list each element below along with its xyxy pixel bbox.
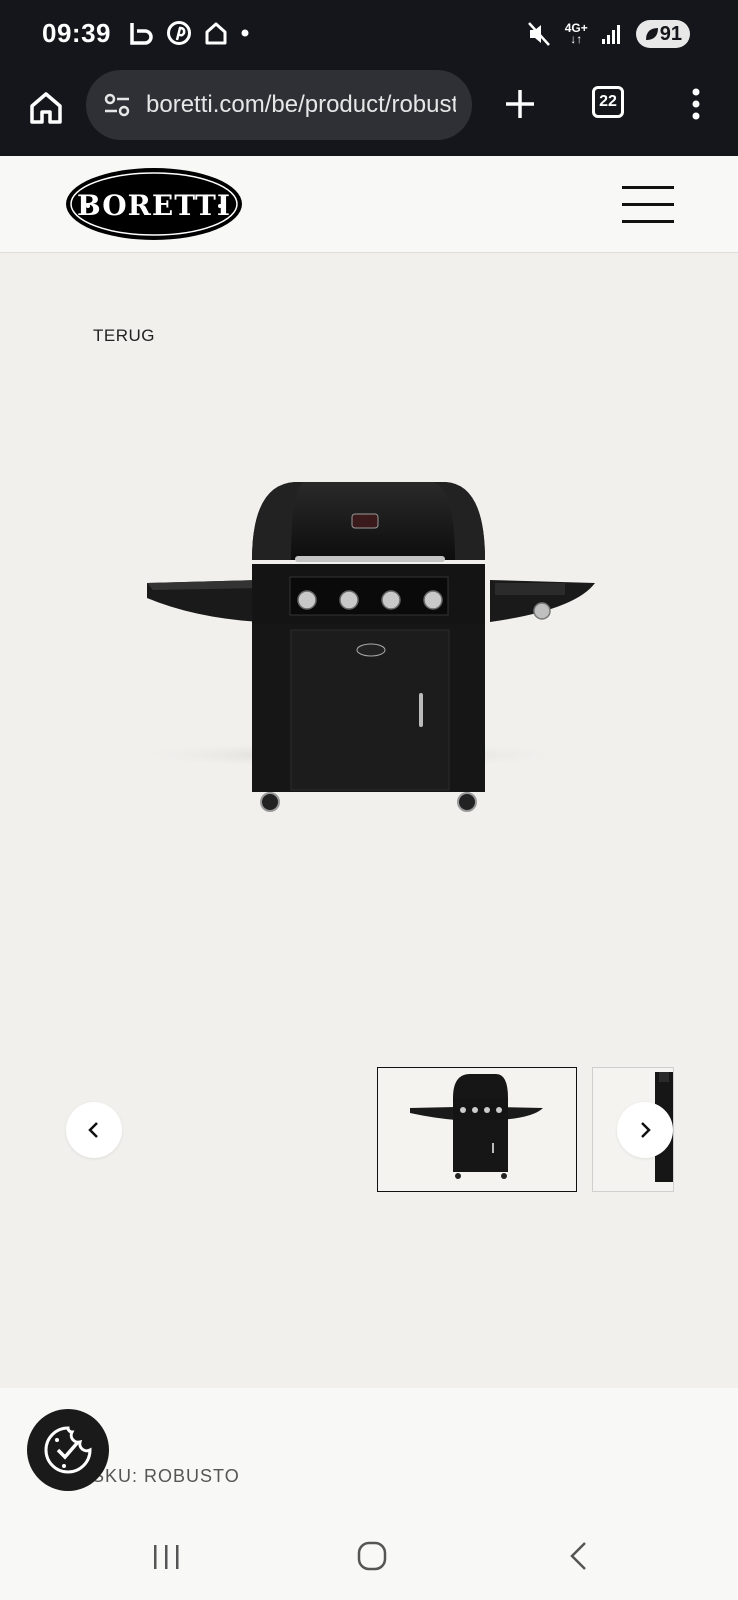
signal-icon bbox=[601, 25, 620, 44]
menu-button[interactable] bbox=[622, 186, 674, 224]
gallery-next-button[interactable] bbox=[617, 1102, 673, 1158]
cookie-check-icon bbox=[44, 1426, 92, 1474]
home-icon bbox=[30, 92, 62, 124]
recents-icon bbox=[154, 1545, 179, 1569]
address-bar[interactable]: boretti.com/be/product/robusto bbox=[86, 70, 472, 140]
cookie-settings-button[interactable] bbox=[27, 1409, 109, 1491]
back-icon bbox=[570, 1542, 586, 1570]
battery-icon: 91 bbox=[635, 20, 690, 48]
status-bar: 09:39 4G+ ↓↑ 91 bbox=[0, 0, 738, 70]
pinterest-icon bbox=[167, 21, 191, 45]
home-outline-icon bbox=[205, 22, 227, 45]
recents-button[interactable] bbox=[152, 1543, 182, 1571]
dot-icon bbox=[241, 29, 249, 37]
home-circle-icon bbox=[357, 1541, 387, 1571]
network-icon: 4G+ ↓↑ bbox=[564, 21, 588, 46]
tab-count: 22 bbox=[599, 93, 617, 110]
hamburger-icon bbox=[622, 186, 674, 223]
logo-text: BORETTI bbox=[77, 189, 231, 222]
back-nav-button[interactable] bbox=[568, 1540, 590, 1572]
b-app-icon bbox=[130, 23, 153, 45]
more-vert-icon bbox=[692, 88, 700, 120]
gallery-prev-button[interactable] bbox=[66, 1102, 122, 1158]
site-settings-icon[interactable] bbox=[102, 90, 132, 120]
chevron-right-icon bbox=[641, 1122, 651, 1138]
sku-label: SKU: ROBUSTO bbox=[92, 1466, 240, 1486]
status-notification-icons bbox=[128, 20, 250, 46]
site-header: BORETTI bbox=[0, 156, 738, 253]
status-system-icons: 4G+ ↓↑ 91 bbox=[527, 20, 690, 48]
battery-level: 91 bbox=[659, 22, 682, 45]
new-tab-button[interactable] bbox=[500, 84, 540, 124]
home-nav-button[interactable] bbox=[357, 1540, 387, 1572]
chevron-left-icon bbox=[88, 1122, 98, 1138]
plus-icon bbox=[506, 90, 534, 118]
leaf-icon bbox=[645, 28, 658, 40]
mute-icon bbox=[527, 22, 550, 46]
browser-toolbar: boretti.com/be/product/robusto 22 bbox=[0, 70, 738, 156]
boretti-logo[interactable]: BORETTI bbox=[64, 166, 244, 242]
back-link[interactable]: TERUG bbox=[93, 326, 155, 346]
tabs-button[interactable]: 22 bbox=[592, 86, 624, 118]
url-text[interactable]: boretti.com/be/product/robusto bbox=[146, 91, 456, 119]
browser-menu-button[interactable] bbox=[688, 84, 704, 124]
browser-home-button[interactable] bbox=[26, 88, 66, 128]
status-time: 09:39 bbox=[42, 18, 111, 48]
bbq-front-thumb[interactable] bbox=[377, 1067, 577, 1192]
robusto-bbq-image bbox=[95, 480, 595, 830]
